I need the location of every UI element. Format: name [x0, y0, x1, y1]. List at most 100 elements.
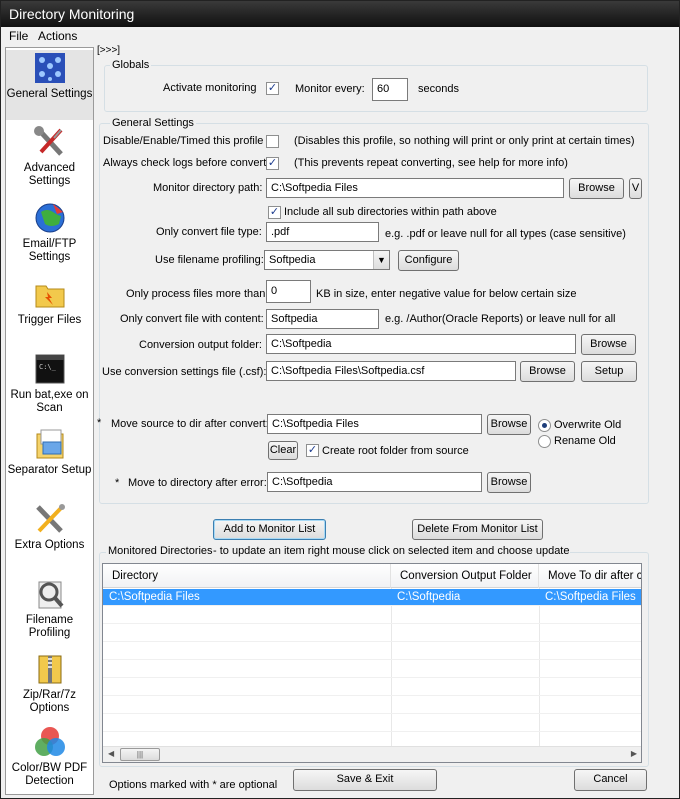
include-subdirs-label: Include all sub directories within path …: [284, 206, 497, 218]
file-type-input[interactable]: .pdf: [266, 222, 379, 242]
rename-old-label: Rename Old: [554, 435, 616, 447]
general-settings-group-title: General Settings: [110, 117, 196, 129]
clear-button[interactable]: Clear: [268, 441, 298, 460]
monitor-every-input[interactable]: 60: [372, 78, 408, 101]
archive-icon: [38, 655, 61, 684]
move-source-label: Move source to dir after convert:: [111, 418, 269, 430]
check-logs-checkbox[interactable]: ✓: [266, 157, 279, 170]
table-row-empty: [103, 607, 641, 624]
sidebar-item-label: Trigger Files: [17, 314, 82, 326]
seconds-label: seconds: [418, 83, 459, 95]
chevron-down-icon[interactable]: ▼: [373, 251, 389, 269]
output-folder-input[interactable]: C:\Softpedia: [266, 334, 576, 354]
overwrite-old-radio[interactable]: [538, 419, 551, 432]
min-size-label: Only process files more than:: [126, 288, 269, 300]
csf-browse-button[interactable]: Browse: [520, 361, 575, 382]
configure-button[interactable]: Configure: [398, 250, 459, 271]
list-header: Directory Conversion Output Folder Move …: [103, 564, 641, 588]
include-subdirs-checkbox[interactable]: ✓: [268, 206, 281, 219]
overwrite-old-label: Overwrite Old: [554, 419, 622, 431]
scrollbar-thumb[interactable]: |||: [120, 748, 160, 761]
monitor-every-label: Monitor every:: [295, 83, 365, 95]
add-to-monitor-list-button[interactable]: Add to Monitor List: [213, 519, 326, 540]
activate-monitoring-checkbox[interactable]: ✓: [266, 82, 279, 95]
check-logs-label: Always check logs before convert: [103, 157, 267, 169]
content-filter-note: e.g. /Author(Oracle Reports) or leave nu…: [385, 313, 616, 325]
move-error-input[interactable]: C:\Softpedia: [267, 472, 482, 492]
sidebar-item-label: Run bat,exe on Scan: [10, 389, 89, 414]
table-row-empty: [103, 643, 641, 660]
csf-input[interactable]: C:\Softpedia Files\Softpedia.csf: [266, 361, 516, 381]
sidebar-toggle[interactable]: [>>>]: [97, 45, 120, 56]
csf-label: Use conversion settings file (.csf):: [102, 366, 267, 378]
sidebar-item-label: Filename Profiling: [25, 614, 74, 639]
trigger-folder-icon: [35, 285, 64, 308]
monitored-directories-hint: - to update an item right mouse click on…: [213, 545, 570, 557]
min-size-input[interactable]: 0: [266, 280, 311, 303]
monitored-directories-title: Monitored Directories: [106, 545, 215, 557]
check-logs-note: (This prevents repeat converting, see he…: [294, 157, 568, 169]
filename-profiling-icon: [38, 581, 64, 609]
disable-profile-label: Disable/Enable/Timed this profile: [103, 135, 264, 147]
rename-old-radio[interactable]: [538, 435, 551, 448]
sidebar-item-zip-options[interactable]: Zip/Rar/7z Options: [6, 653, 93, 723]
scroll-right-icon[interactable]: ▶: [631, 749, 637, 758]
globals-group-title: Globals: [110, 59, 152, 71]
output-folder-browse-button[interactable]: Browse: [581, 334, 636, 355]
sidebar-item-email-ftp[interactable]: Email/FTP Settings: [6, 202, 93, 272]
menu-actions[interactable]: Actions: [38, 29, 77, 43]
cancel-button[interactable]: Cancel: [574, 769, 647, 791]
table-row-empty: [103, 697, 641, 714]
file-type-label: Only convert file type:: [156, 226, 262, 238]
scroll-left-icon[interactable]: ◀: [108, 749, 114, 758]
content-filter-input[interactable]: Softpedia: [266, 309, 379, 329]
app-window: Directory Monitoring File Actions Genera…: [0, 0, 680, 799]
column-header-directory[interactable]: Directory: [103, 564, 391, 588]
sidebar-item-trigger-files[interactable]: Trigger Files: [6, 278, 93, 348]
menu-file[interactable]: File: [9, 29, 28, 43]
csf-setup-button[interactable]: Setup: [581, 361, 637, 382]
title-bar[interactable]: Directory Monitoring: [1, 1, 679, 27]
table-row-empty: [103, 715, 641, 732]
file-type-note: e.g. .pdf or leave null for all types (c…: [385, 228, 626, 240]
move-error-label: Move to directory after error:: [128, 477, 267, 489]
general-settings-icon: [34, 53, 65, 83]
save-exit-button[interactable]: Save & Exit: [293, 769, 437, 791]
activate-monitoring-label: Activate monitoring: [163, 82, 257, 94]
monitor-path-v-button[interactable]: V: [629, 178, 642, 199]
cell-output-folder: C:\Softpedia: [397, 591, 461, 603]
table-row-empty: [103, 679, 641, 696]
sidebar-item-separator-setup[interactable]: Separator Setup: [6, 428, 93, 498]
sidebar-item-filename-profiling[interactable]: Filename Profiling: [6, 578, 93, 648]
move-source-browse-button[interactable]: Browse: [487, 414, 531, 435]
tools-icon: [35, 504, 65, 533]
sidebar-item-label: Advanced Settings: [23, 162, 76, 187]
table-row[interactable]: C:\Softpedia Files C:\Softpedia C:\Softp…: [103, 589, 641, 606]
color-circles-icon: [34, 727, 65, 756]
move-source-optional-marker: *: [97, 417, 102, 429]
table-row-empty: [103, 661, 641, 678]
monitored-directories-list[interactable]: Directory Conversion Output Folder Move …: [102, 563, 642, 763]
disable-profile-checkbox[interactable]: [266, 135, 279, 148]
column-header-move-to[interactable]: Move To dir after co: [539, 564, 641, 588]
sidebar-item-extra-options[interactable]: Extra Options: [6, 503, 93, 573]
delete-from-monitor-list-button[interactable]: Delete From Monitor List: [412, 519, 543, 540]
menu-bar: File Actions: [1, 27, 679, 45]
filename-profiling-select[interactable]: Softpedia ▼: [264, 250, 390, 270]
sidebar-item-general-settings[interactable]: General Settings: [6, 50, 93, 120]
sidebar-item-advanced-settings[interactable]: Advanced Settings: [6, 126, 93, 196]
filename-profiling-label: Use filename profiling:: [155, 254, 264, 266]
sidebar: General Settings Advanced Settings Email…: [5, 47, 94, 795]
horizontal-scrollbar[interactable]: ◀ ||| ▶: [103, 746, 641, 762]
optional-note: Options marked with * are optional: [109, 779, 278, 791]
monitor-path-input[interactable]: C:\Softpedia Files: [266, 178, 564, 198]
sidebar-item-color-pdf[interactable]: Color/BW PDF Detection: [6, 726, 93, 794]
move-source-input[interactable]: C:\Softpedia Files: [267, 414, 482, 434]
create-root-checkbox[interactable]: ✓: [306, 444, 319, 457]
move-error-browse-button[interactable]: Browse: [487, 472, 531, 493]
table-row-empty: [103, 625, 641, 642]
monitor-path-browse-button[interactable]: Browse: [569, 178, 624, 199]
column-header-output-folder[interactable]: Conversion Output Folder: [391, 564, 539, 588]
separator-icon: [36, 429, 63, 459]
sidebar-item-run-bat[interactable]: C:\_ Run bat,exe on Scan: [6, 353, 93, 423]
